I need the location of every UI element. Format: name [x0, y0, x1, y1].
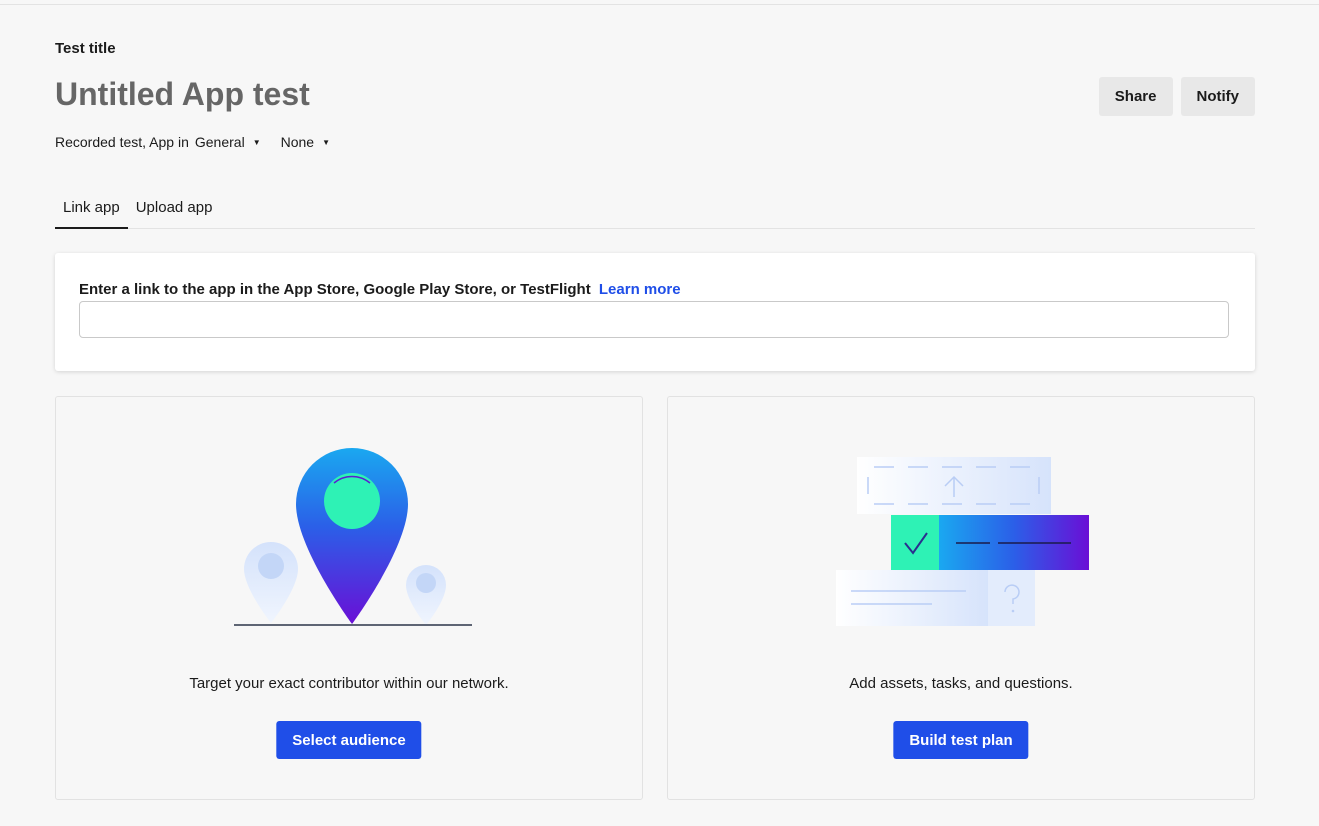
test-title-label: Test title: [55, 40, 116, 57]
app-link-label-text: Enter a link to the app in the App Store…: [79, 281, 591, 298]
build-test-plan-button[interactable]: Build test plan: [893, 721, 1029, 759]
secondary-dropdown[interactable]: None ▼: [281, 134, 330, 150]
header-actions: Share Notify: [1098, 77, 1255, 116]
app-link-input[interactable]: [79, 301, 1229, 338]
app-link-label: Enter a link to the app in the App Store…: [79, 281, 681, 298]
share-button[interactable]: Share: [1098, 77, 1173, 116]
audience-caption: Target your exact contributor within our…: [189, 675, 509, 692]
test-plan-icon: [836, 457, 1089, 626]
audience-panel: Target your exact contributor within our…: [55, 396, 643, 800]
test-plan-panel: Add assets, tasks, and questions. Build …: [667, 396, 1255, 800]
test-title-input[interactable]: [55, 74, 955, 114]
select-audience-button[interactable]: Select audience: [276, 721, 422, 759]
secondary-dropdown-value: None: [280, 134, 315, 150]
top-rule: [0, 0, 1319, 5]
test-plan-caption: Add assets, tasks, and questions.: [849, 675, 1073, 692]
link-app-card: Enter a link to the app in the App Store…: [55, 253, 1255, 371]
test-meta: Recorded test, App in General ▼ None ▼: [55, 134, 330, 150]
folder-dropdown-value: General: [194, 134, 245, 150]
folder-dropdown[interactable]: General ▼: [195, 134, 261, 150]
location-pin-icon: [234, 448, 472, 626]
tab-bar: Link app Upload app: [55, 194, 1255, 229]
notify-button[interactable]: Notify: [1180, 77, 1255, 116]
tab-upload-app[interactable]: Upload app: [128, 194, 221, 227]
caret-down-icon: ▼: [322, 137, 330, 147]
tab-link-app[interactable]: Link app: [55, 194, 128, 229]
learn-more-link[interactable]: Learn more: [599, 281, 681, 298]
meta-prefix: Recorded test, App in: [55, 134, 189, 150]
caret-down-icon: ▼: [252, 137, 261, 147]
